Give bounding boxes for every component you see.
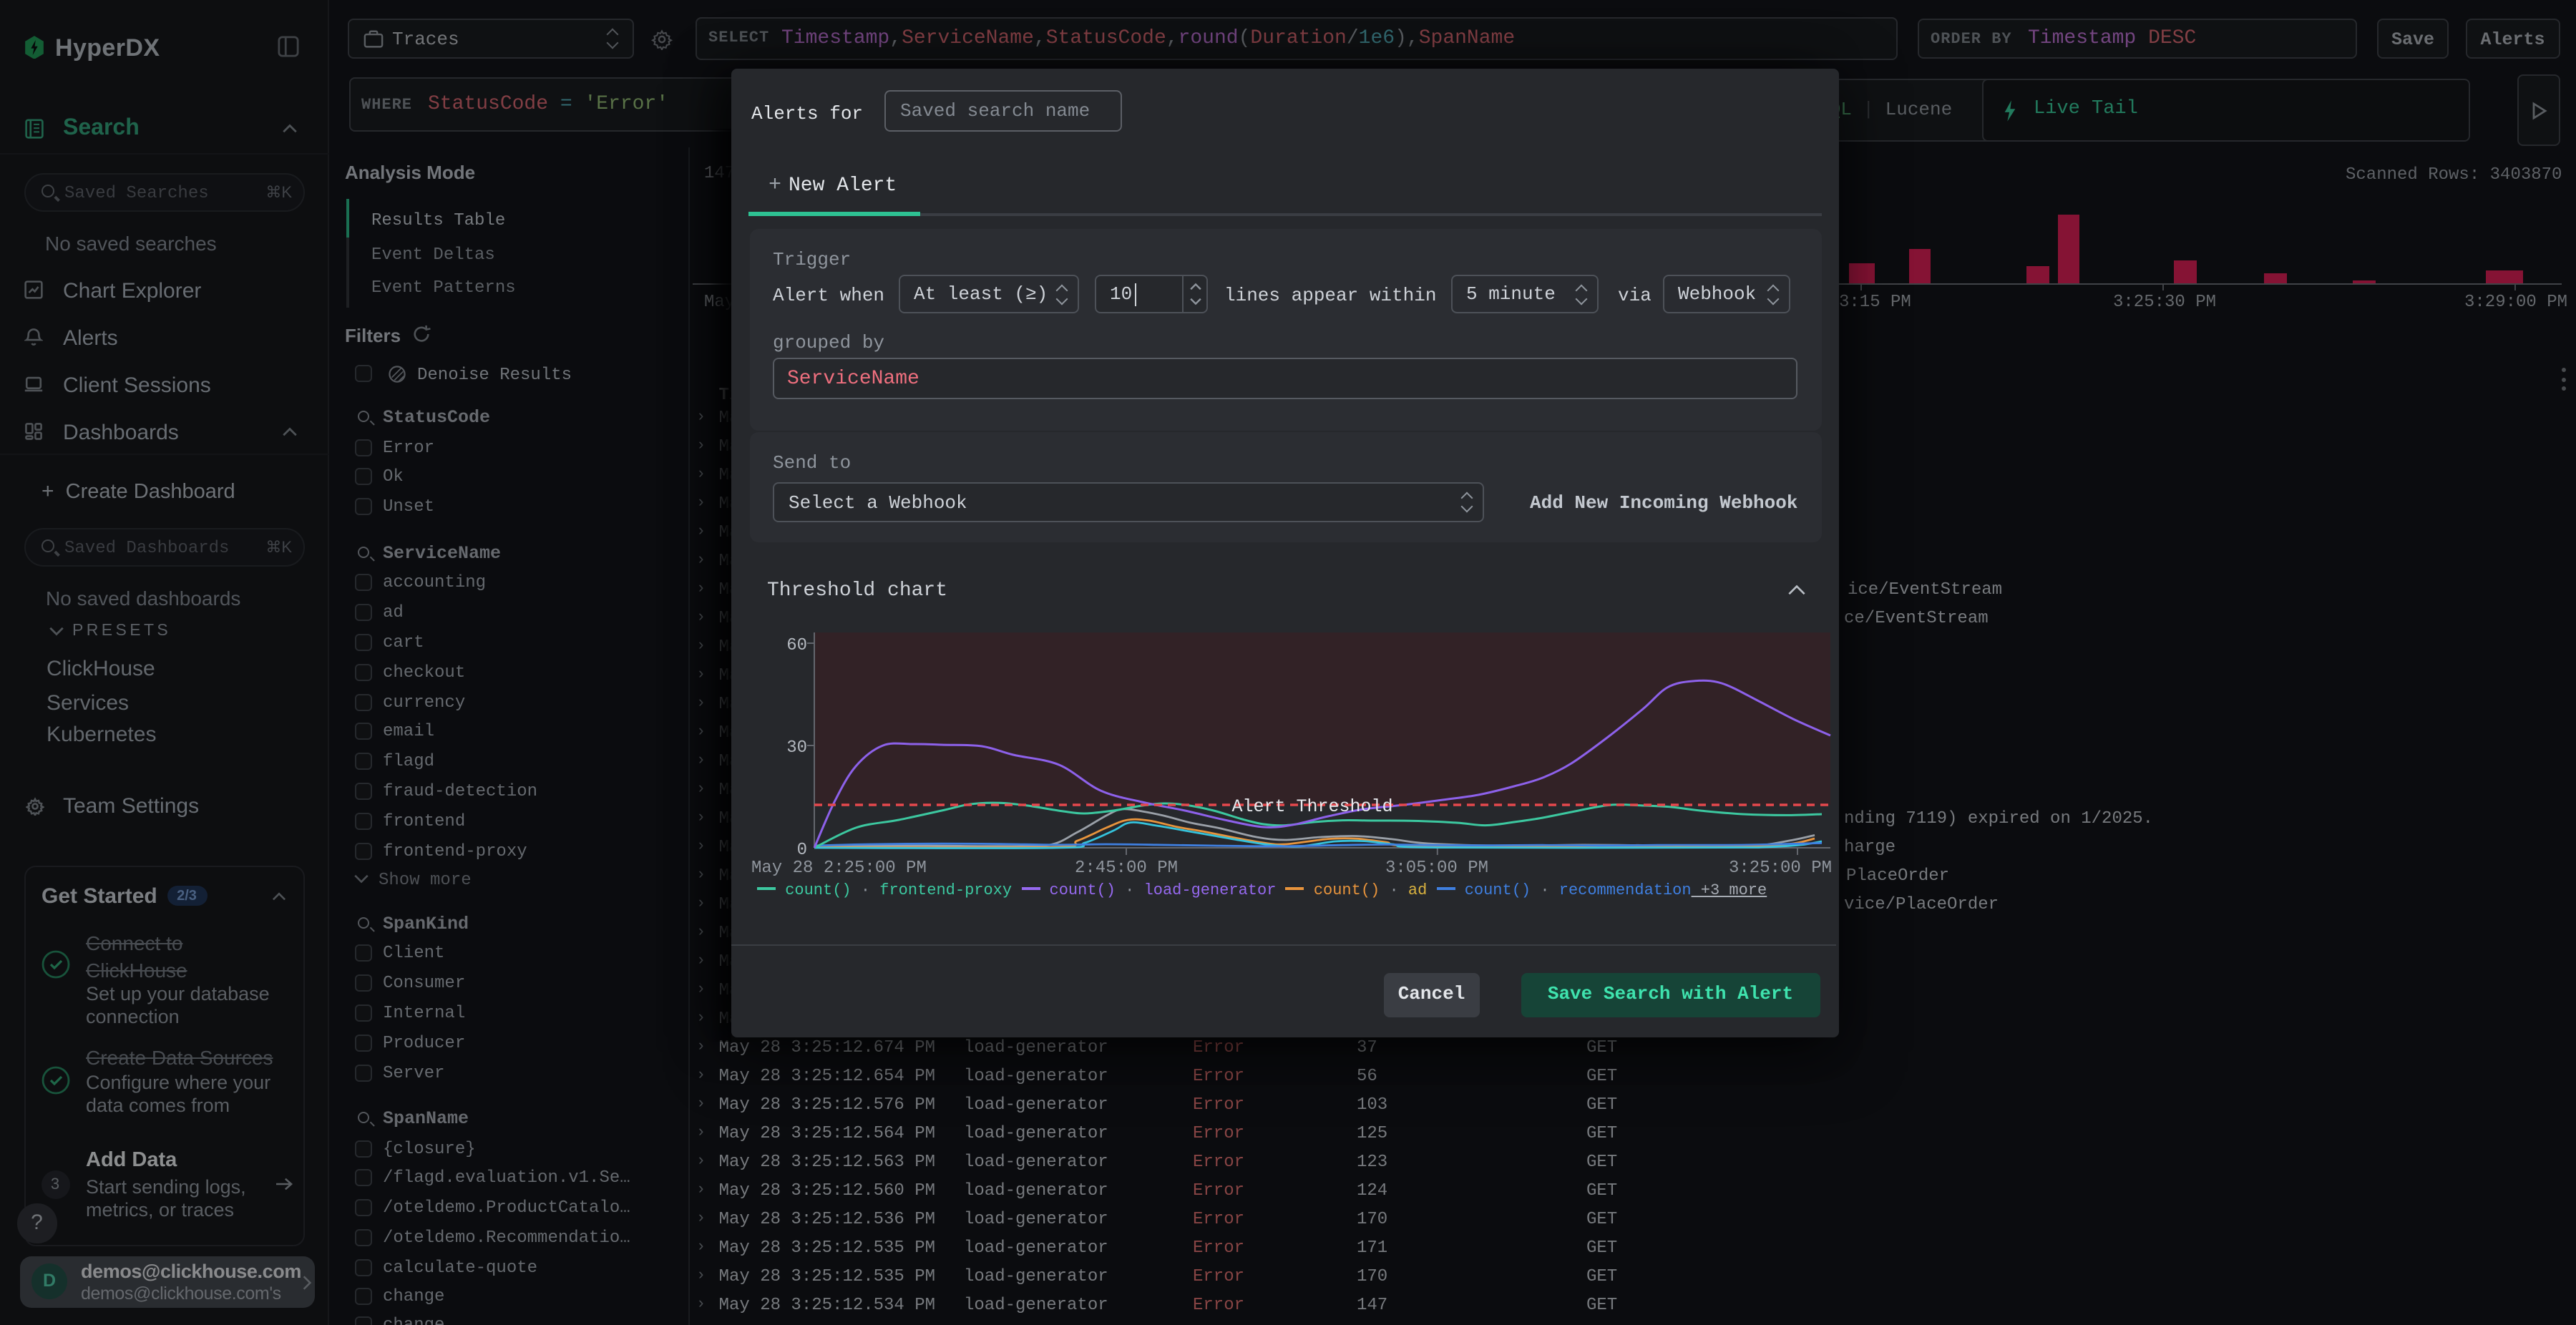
- svg-text:Alert Threshold: Alert Threshold: [1231, 796, 1392, 816]
- svg-text:60: 60: [786, 635, 807, 655]
- svg-text:2:45:00 PM: 2:45:00 PM: [1075, 858, 1178, 877]
- svg-text:30: 30: [786, 738, 807, 757]
- svg-text:3:25:00 PM: 3:25:00 PM: [1729, 858, 1832, 877]
- svg-text:May 28 2:25:00 PM: May 28 2:25:00 PM: [751, 858, 927, 877]
- svg-text:3:05:00 PM: 3:05:00 PM: [1385, 858, 1488, 877]
- svg-text:0: 0: [797, 840, 807, 859]
